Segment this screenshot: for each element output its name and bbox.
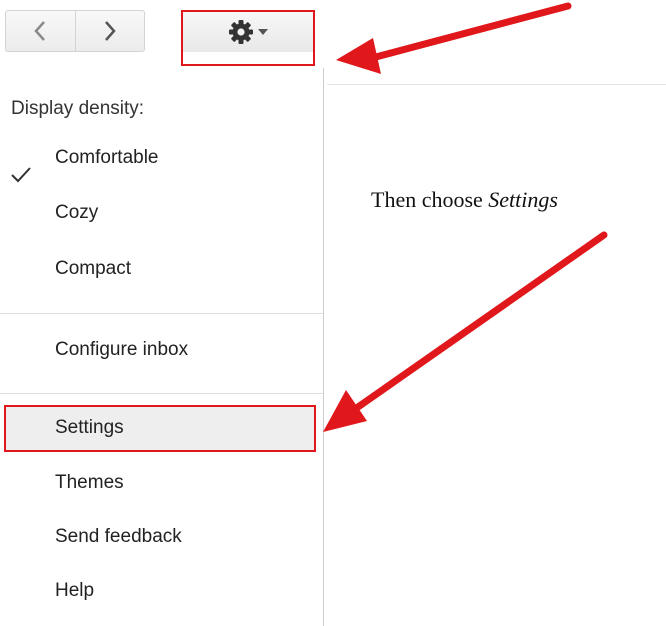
density-heading: Display density: <box>11 98 145 119</box>
instruction-emphasis: Settings <box>488 187 558 212</box>
menu-divider <box>0 393 323 394</box>
check-icon <box>11 167 31 183</box>
toolbar-divider <box>327 84 666 85</box>
caret-down-icon <box>258 29 268 35</box>
menu-item-comfortable[interactable]: Comfortable <box>55 147 159 169</box>
back-button[interactable] <box>6 11 75 51</box>
chevron-right-icon <box>104 21 116 41</box>
menu-divider <box>0 313 323 314</box>
gear-icon <box>229 20 253 44</box>
menu-item-themes[interactable]: Themes <box>55 472 124 494</box>
instruction-prefix: Then choose <box>371 187 489 212</box>
chevron-left-icon <box>34 21 46 41</box>
menu-item-cozy[interactable]: Cozy <box>55 202 98 224</box>
menu-item-settings-label: Settings <box>55 417 124 438</box>
settings-dropdown-menu: Display density: Comfortable Cozy Compac… <box>0 68 324 626</box>
menu-item-settings[interactable]: Settings <box>4 405 316 452</box>
instruction-caption: Then choose Settings <box>371 187 558 213</box>
menu-item-configure-inbox[interactable]: Configure inbox <box>55 339 188 361</box>
menu-item-help[interactable]: Help <box>55 580 94 602</box>
menu-item-send-feedback[interactable]: Send feedback <box>55 526 182 548</box>
arrow-to-settings <box>323 231 608 432</box>
nav-button-group <box>5 10 145 52</box>
arrow-to-gear <box>336 2 572 74</box>
forward-button[interactable] <box>74 11 145 51</box>
gear-button-face <box>183 12 313 52</box>
settings-gear-button[interactable] <box>181 10 315 66</box>
menu-item-compact[interactable]: Compact <box>55 258 131 280</box>
